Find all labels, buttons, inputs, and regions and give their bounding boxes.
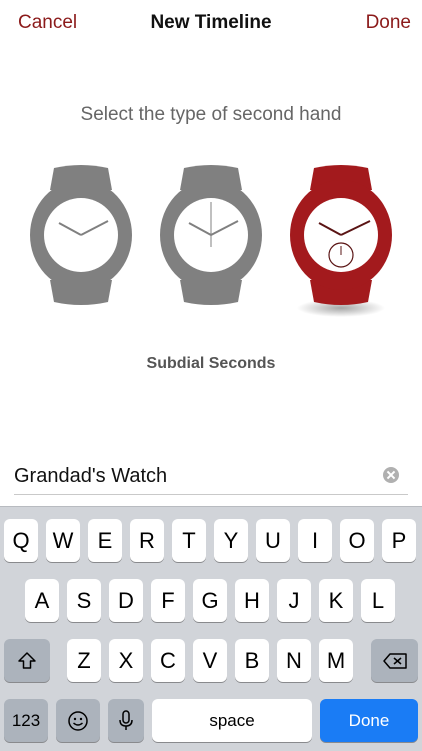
- shift-icon: [18, 651, 36, 669]
- watch-icon: [290, 165, 392, 317]
- selected-type-label: Subdial Seconds: [146, 355, 276, 372]
- key-a[interactable]: A: [25, 579, 59, 622]
- emoji-key[interactable]: [56, 699, 100, 742]
- key-y[interactable]: Y: [214, 519, 248, 562]
- key-h[interactable]: H: [235, 579, 269, 622]
- keyboard: Q W E R T Y U I O P A S D F G H J K L Z …: [0, 506, 422, 751]
- done-key[interactable]: Done: [320, 699, 418, 742]
- key-l[interactable]: L: [361, 579, 395, 622]
- emoji-icon: [68, 710, 88, 731]
- key-r[interactable]: R: [130, 519, 164, 562]
- key-j[interactable]: J: [277, 579, 311, 622]
- shift-key[interactable]: [4, 639, 50, 682]
- key-g[interactable]: G: [193, 579, 227, 622]
- key-d[interactable]: D: [109, 579, 143, 622]
- timeline-name-input[interactable]: [14, 460, 374, 492]
- watch-icon: [160, 165, 262, 305]
- key-z[interactable]: Z: [67, 639, 101, 682]
- key-w[interactable]: W: [46, 519, 80, 562]
- nav-bar: Cancel New Timeline Done: [0, 0, 422, 50]
- key-m[interactable]: M: [319, 639, 353, 682]
- watch-option-no-seconds[interactable]: [30, 160, 132, 310]
- dictation-key[interactable]: [108, 699, 144, 742]
- done-button[interactable]: Done: [366, 12, 411, 34]
- numbers-key[interactable]: 123: [4, 699, 48, 742]
- key-n[interactable]: N: [277, 639, 311, 682]
- watch-option-sweep-seconds[interactable]: [160, 160, 262, 310]
- key-u[interactable]: U: [256, 519, 290, 562]
- key-e[interactable]: E: [88, 519, 122, 562]
- key-q[interactable]: Q: [4, 519, 38, 562]
- clear-icon[interactable]: [383, 467, 399, 483]
- key-k[interactable]: K: [319, 579, 353, 622]
- key-f[interactable]: F: [151, 579, 185, 622]
- key-p[interactable]: P: [382, 519, 416, 562]
- key-s[interactable]: S: [67, 579, 101, 622]
- key-b[interactable]: B: [235, 639, 269, 682]
- name-field-row: [14, 460, 408, 495]
- key-o[interactable]: O: [340, 519, 374, 562]
- delete-key[interactable]: [371, 639, 418, 682]
- key-x[interactable]: X: [109, 639, 143, 682]
- space-key[interactable]: space: [152, 699, 312, 742]
- page-title: New Timeline: [150, 12, 272, 33]
- second-hand-prompt: Select the type of second hand: [80, 104, 342, 125]
- microphone-icon: [119, 709, 133, 730]
- key-i[interactable]: I: [298, 519, 332, 562]
- watch-icon: [30, 165, 132, 305]
- watch-option-subdial-seconds[interactable]: [290, 160, 392, 320]
- key-c[interactable]: C: [151, 639, 185, 682]
- backspace-icon: [382, 652, 407, 669]
- key-t[interactable]: T: [172, 519, 206, 562]
- key-v[interactable]: V: [193, 639, 227, 682]
